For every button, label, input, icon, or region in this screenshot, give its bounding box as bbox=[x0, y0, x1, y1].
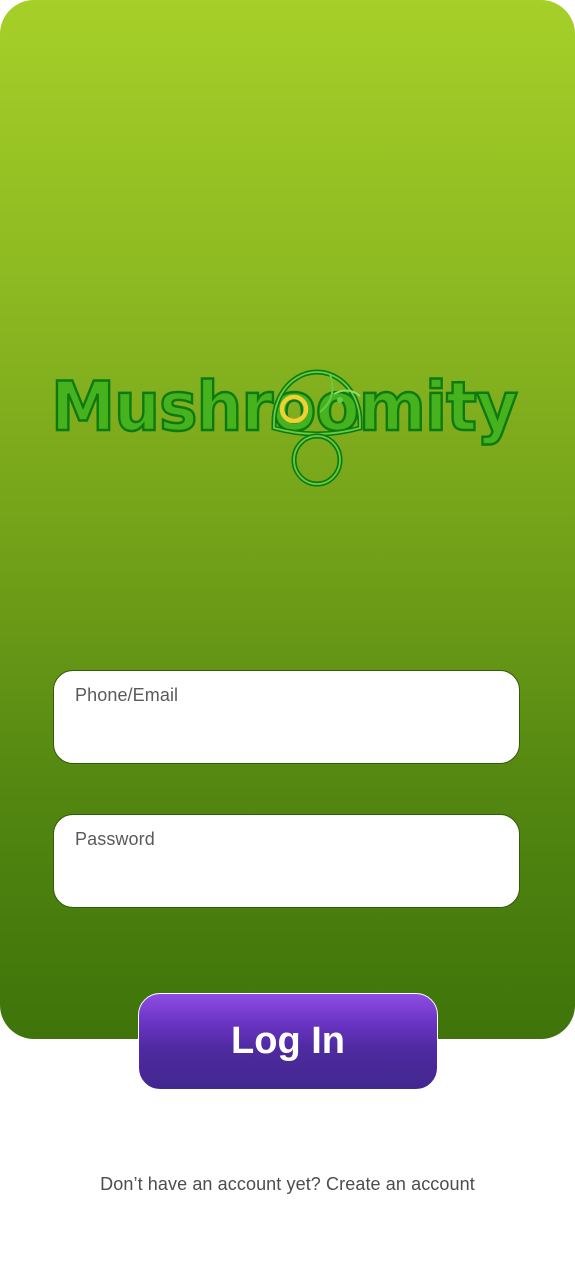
password-input[interactable] bbox=[75, 857, 498, 893]
app-logo-graphic: Mushroomity bbox=[50, 367, 520, 487]
signup-prompt: Don’t have an account yet? Create an acc… bbox=[0, 1174, 575, 1195]
app-logo: Mushroomity bbox=[48, 364, 528, 490]
create-account-link[interactable]: Create an account bbox=[326, 1174, 475, 1194]
phone-email-field[interactable]: Phone/Email bbox=[53, 670, 520, 764]
password-field[interactable]: Password bbox=[53, 814, 520, 908]
password-label: Password bbox=[75, 829, 155, 849]
signup-prompt-text: Don’t have an account yet? bbox=[100, 1174, 321, 1194]
login-button[interactable]: Log In bbox=[138, 993, 438, 1090]
phone-email-label: Phone/Email bbox=[75, 685, 179, 705]
phone-email-input[interactable] bbox=[75, 713, 498, 749]
hero-background: Mushroomity Phone/Email Password bbox=[0, 0, 575, 1039]
